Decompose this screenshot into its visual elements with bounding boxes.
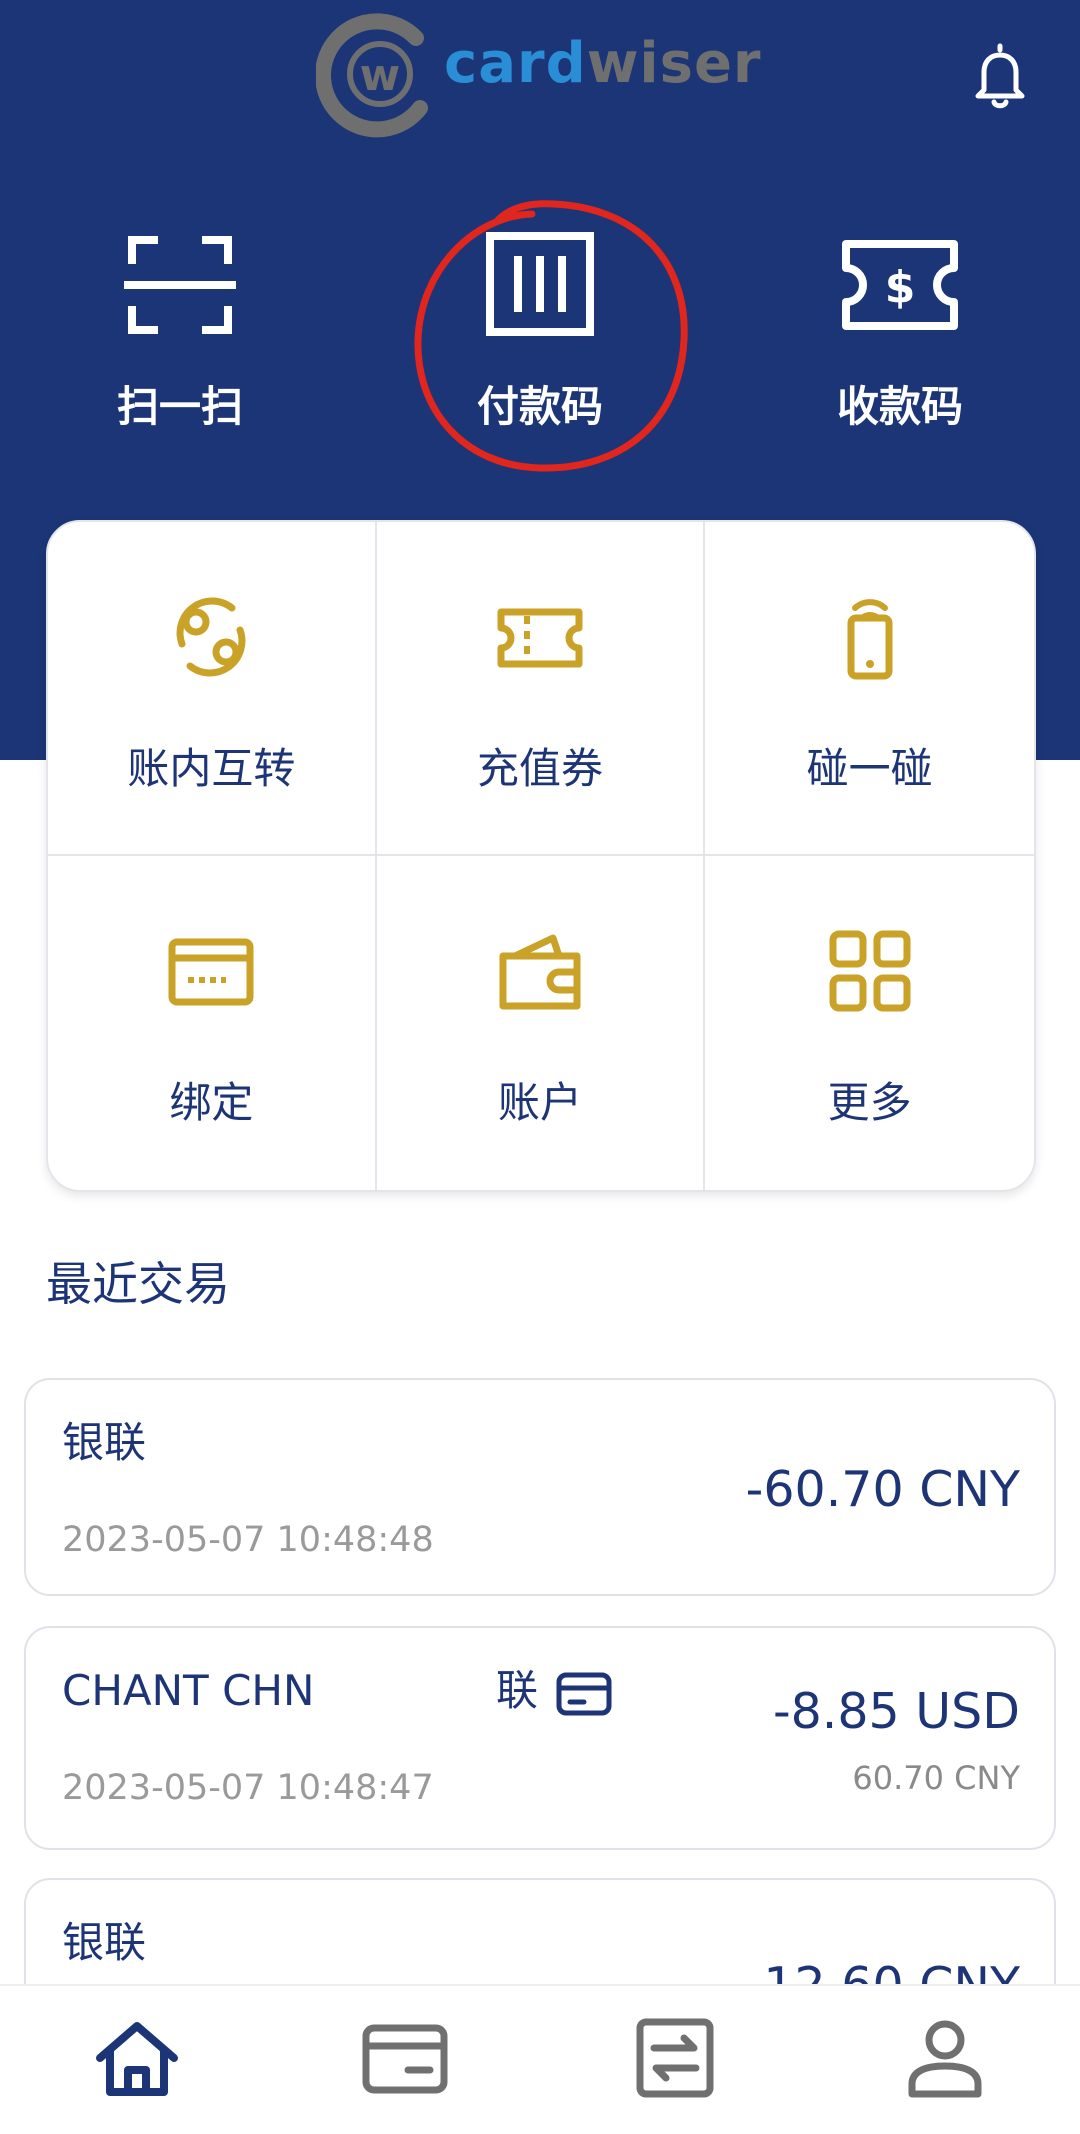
card-icon bbox=[556, 1672, 612, 1716]
transaction-card[interactable]: CHANT CHN 联 -8.85 USD 60.70 CNY 2023-05-… bbox=[24, 1626, 1056, 1850]
logo-mark-icon: w bbox=[316, 13, 428, 138]
service-nfc-tap[interactable]: 碰一碰 bbox=[705, 522, 1034, 856]
payment-code-button[interactable]: 付款码 bbox=[420, 230, 660, 450]
wallet-icon bbox=[499, 934, 581, 1010]
transaction-merchant: 银联 bbox=[62, 1418, 147, 1467]
transaction-converted-amount: 60.70 CNY bbox=[852, 1759, 1020, 1797]
transaction-merchant: 银联 bbox=[62, 1918, 147, 1967]
svg-text:$: $ bbox=[885, 262, 916, 313]
transaction-time: 2023-05-07 10:48:47 bbox=[62, 1768, 434, 1808]
scan-icon bbox=[124, 236, 236, 334]
service-label: 账内互转 bbox=[127, 744, 296, 793]
receive-code-label: 收款码 bbox=[836, 382, 963, 431]
more-grid-icon bbox=[829, 930, 911, 1012]
service-internal-transfer[interactable]: 账内互转 bbox=[48, 522, 377, 856]
scan-button[interactable]: 扫一扫 bbox=[60, 230, 300, 450]
transaction-amount: -8.85 USD bbox=[772, 1683, 1020, 1740]
barcode-icon bbox=[486, 232, 594, 336]
service-label: 碰一碰 bbox=[806, 744, 933, 793]
service-label: 账户 bbox=[497, 1078, 582, 1127]
card-network-tag: 联 bbox=[496, 1666, 539, 1715]
transfer-icon bbox=[176, 597, 246, 677]
brand-wordmark: cardwiser bbox=[444, 32, 762, 96]
transaction-amount: -60.70 CNY bbox=[745, 1461, 1020, 1518]
profile-icon[interactable] bbox=[900, 2018, 990, 2098]
receive-code-button[interactable]: $ 收款码 bbox=[780, 230, 1020, 450]
services-grid: 账内互转 充值券 碰一碰 绑定 账户 更多 bbox=[46, 520, 1036, 1192]
service-account[interactable]: 账户 bbox=[377, 856, 706, 1190]
transfer-nav-icon[interactable] bbox=[630, 2018, 720, 2098]
service-label: 更多 bbox=[827, 1078, 912, 1127]
service-label: 绑定 bbox=[169, 1078, 254, 1127]
home-icon[interactable] bbox=[92, 2018, 182, 2098]
nfc-phone-icon bbox=[847, 599, 893, 680]
voucher-icon bbox=[497, 608, 583, 668]
bottom-navigation bbox=[0, 1984, 1080, 2134]
brand-text-part2: wiser bbox=[586, 31, 762, 96]
service-label: 充值券 bbox=[476, 744, 603, 793]
payment-code-label: 付款码 bbox=[476, 382, 603, 431]
transaction-card[interactable]: 银联 -60.70 CNY 2023-05-07 10:48:48 bbox=[24, 1378, 1056, 1596]
service-more[interactable]: 更多 bbox=[705, 856, 1034, 1190]
card-bind-icon bbox=[168, 938, 254, 1006]
notification-bell-icon[interactable] bbox=[970, 42, 1030, 112]
brand-text-part1: card bbox=[444, 31, 587, 96]
service-voucher[interactable]: 充值券 bbox=[376, 522, 706, 856]
scan-label: 扫一扫 bbox=[116, 382, 243, 431]
wallet-nav-icon[interactable] bbox=[360, 2018, 450, 2098]
transaction-merchant: CHANT CHN bbox=[62, 1666, 315, 1715]
svg-text:w: w bbox=[360, 50, 401, 101]
brand-logo: w cardwiser bbox=[316, 10, 766, 142]
service-bind-card[interactable]: 绑定 bbox=[48, 856, 377, 1190]
ticket-dollar-icon: $ bbox=[842, 240, 958, 330]
recent-transactions-title: 最近交易 bbox=[46, 1257, 230, 1311]
transaction-time: 2023-05-07 10:48:48 bbox=[62, 1520, 434, 1560]
